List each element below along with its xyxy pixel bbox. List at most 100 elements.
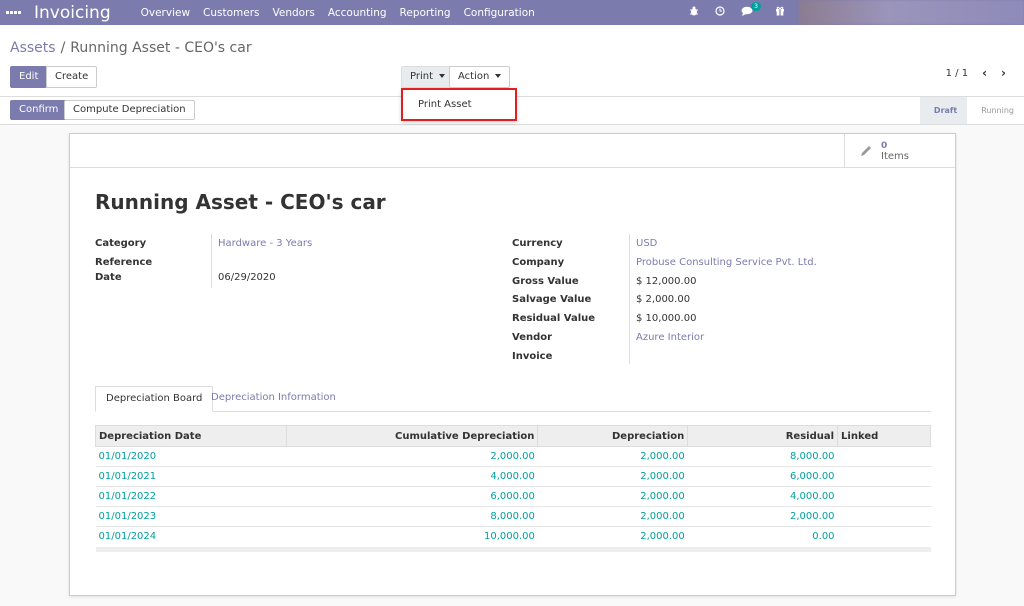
salvage-value-value: $ 2,000.00	[636, 294, 691, 305]
table-row[interactable]: 01/01/2023 8,000.00 2,000.00 2,000.00	[95, 506, 931, 527]
currency-label: Currency	[512, 238, 563, 249]
cell-cumulative: 2,000.00	[286, 446, 538, 467]
app-brand[interactable]: Invoicing	[34, 3, 111, 23]
chevron-left-icon[interactable]: ‹	[982, 66, 987, 80]
menu-customers[interactable]: Customers	[203, 7, 259, 19]
gross-value-label: Gross Value	[512, 276, 579, 287]
cell-depreciation: 2,000.00	[537, 506, 688, 527]
col-residual[interactable]: Residual	[687, 425, 839, 447]
cell-date: 01/01/2024	[95, 526, 287, 547]
print-dropdown-button[interactable]: Print	[401, 66, 455, 88]
action-dropdown-button[interactable]: Action	[449, 66, 511, 88]
cell-linked	[837, 446, 931, 467]
left-group-divider	[211, 234, 212, 288]
menu-accounting[interactable]: Accounting	[328, 7, 387, 19]
gross-value-value: $ 12,000.00	[636, 276, 697, 287]
table-footer-row	[95, 546, 931, 552]
cell-depreciation: 2,000.00	[537, 446, 688, 467]
stage-running[interactable]: Running	[967, 97, 1024, 124]
residual-value-label: Residual Value	[512, 313, 596, 324]
cell-date: 01/01/2023	[95, 506, 287, 527]
col-linked[interactable]: Linked	[837, 425, 931, 447]
edit-button[interactable]: Edit	[10, 66, 48, 88]
cell-linked	[837, 526, 931, 547]
print-label: Print	[410, 71, 434, 82]
chat-icon[interactable]: 3	[741, 2, 761, 19]
date-value: 06/29/2020	[218, 272, 276, 283]
clock-icon[interactable]	[715, 6, 725, 19]
category-value[interactable]: Hardware - 3 Years	[218, 238, 312, 249]
menu-reporting[interactable]: Reporting	[400, 7, 451, 19]
col-depreciation[interactable]: Depreciation	[537, 425, 689, 447]
notebook-tabs: Depreciation Board Depreciation Informat…	[95, 386, 931, 412]
breadcrumb-assets-link[interactable]: Assets	[10, 40, 56, 56]
cell-cumulative: 6,000.00	[286, 486, 538, 507]
depreciation-table: Depreciation Date Cumulative Depreciatio…	[95, 425, 931, 552]
messages-badge: 3	[751, 2, 761, 11]
print-dropdown-menu: Print Asset	[401, 88, 517, 121]
cell-cumulative: 10,000.00	[286, 526, 538, 547]
cell-date: 01/01/2020	[95, 446, 287, 467]
breadcrumb-separator: /	[60, 40, 66, 56]
cell-depreciation: 2,000.00	[537, 466, 688, 487]
breadcrumb-current: Running Asset - CEO's car	[70, 40, 252, 56]
cell-residual: 4,000.00	[687, 486, 838, 507]
col-cumulative-depreciation[interactable]: Cumulative Depreciation	[285, 425, 539, 447]
cell-linked	[837, 466, 931, 487]
invoice-label: Invoice	[512, 351, 553, 362]
company-label: Company	[512, 257, 565, 268]
category-label: Category	[95, 238, 147, 249]
apps-grid-icon[interactable]	[4, 11, 24, 14]
menu-configuration[interactable]: Configuration	[464, 7, 535, 19]
cell-linked	[837, 506, 931, 527]
bug-icon[interactable]	[689, 6, 699, 19]
cell-residual: 8,000.00	[687, 446, 838, 467]
cell-residual: 2,000.00	[687, 506, 838, 527]
print-asset-menu-item[interactable]: Print Asset	[418, 99, 472, 110]
chevron-right-icon[interactable]: ›	[1001, 66, 1006, 80]
control-panel: Assets / Running Asset - CEO's car Edit Cr…	[0, 25, 1024, 97]
table-row[interactable]: 01/01/2024 10,000.00 2,000.00 0.00	[95, 526, 931, 547]
cell-residual: 0.00	[687, 526, 838, 547]
cell-cumulative: 8,000.00	[286, 506, 538, 527]
compute-depreciation-button[interactable]: Compute Depreciation	[64, 100, 195, 120]
form-sheet: 0 Items Running Asset - CEO's car Catego…	[69, 133, 956, 596]
tab-depreciation-information[interactable]: Depreciation Information	[201, 386, 346, 412]
pager-value[interactable]: 1 / 1	[946, 68, 968, 79]
status-stages: Draft Running	[919, 97, 1024, 124]
print-caret-icon	[439, 74, 446, 78]
company-value[interactable]: Probuse Consulting Service Pvt. Ltd.	[636, 257, 817, 268]
vendor-value[interactable]: Azure Interior	[636, 332, 704, 343]
items-smart-button[interactable]: 0 Items	[844, 134, 955, 168]
smart-button-box: 0 Items	[70, 134, 955, 168]
cell-depreciation: 2,000.00	[537, 526, 688, 547]
table-row[interactable]: 01/01/2020 2,000.00 2,000.00 8,000.00	[95, 446, 931, 467]
table-row[interactable]: 01/01/2021 4,000.00 2,000.00 6,000.00	[95, 466, 931, 487]
reference-label: Reference	[95, 257, 153, 268]
user-menu-avatar[interactable]	[799, 0, 1024, 25]
date-label: Date	[95, 272, 122, 283]
col-depreciation-date[interactable]: Depreciation Date	[95, 425, 287, 447]
record-title: Running Asset - CEO's car	[95, 190, 386, 214]
cell-linked	[837, 486, 931, 507]
action-caret-icon	[495, 74, 502, 78]
residual-value-value: $ 10,000.00	[636, 313, 697, 324]
gift-icon[interactable]	[775, 6, 785, 19]
items-label: Items	[881, 150, 909, 162]
tab-depreciation-board[interactable]: Depreciation Board	[95, 386, 214, 412]
menu-vendors[interactable]: Vendors	[273, 7, 315, 19]
currency-value[interactable]: USD	[636, 238, 657, 249]
table-row[interactable]: 01/01/2022 6,000.00 2,000.00 4,000.00	[95, 486, 931, 507]
cell-residual: 6,000.00	[687, 466, 838, 487]
pager: 1 / 1 ‹ ›	[946, 66, 1006, 80]
cell-depreciation: 2,000.00	[537, 486, 688, 507]
menu-overview[interactable]: Overview	[141, 7, 190, 19]
pencil-icon	[861, 146, 871, 156]
cell-date: 01/01/2022	[95, 486, 287, 507]
action-label: Action	[458, 71, 490, 82]
create-button[interactable]: Create	[46, 66, 98, 88]
confirm-button[interactable]: Confirm	[10, 100, 68, 120]
items-count: 0	[881, 140, 888, 151]
right-group-divider	[629, 234, 630, 364]
stage-draft[interactable]: Draft	[919, 97, 968, 124]
